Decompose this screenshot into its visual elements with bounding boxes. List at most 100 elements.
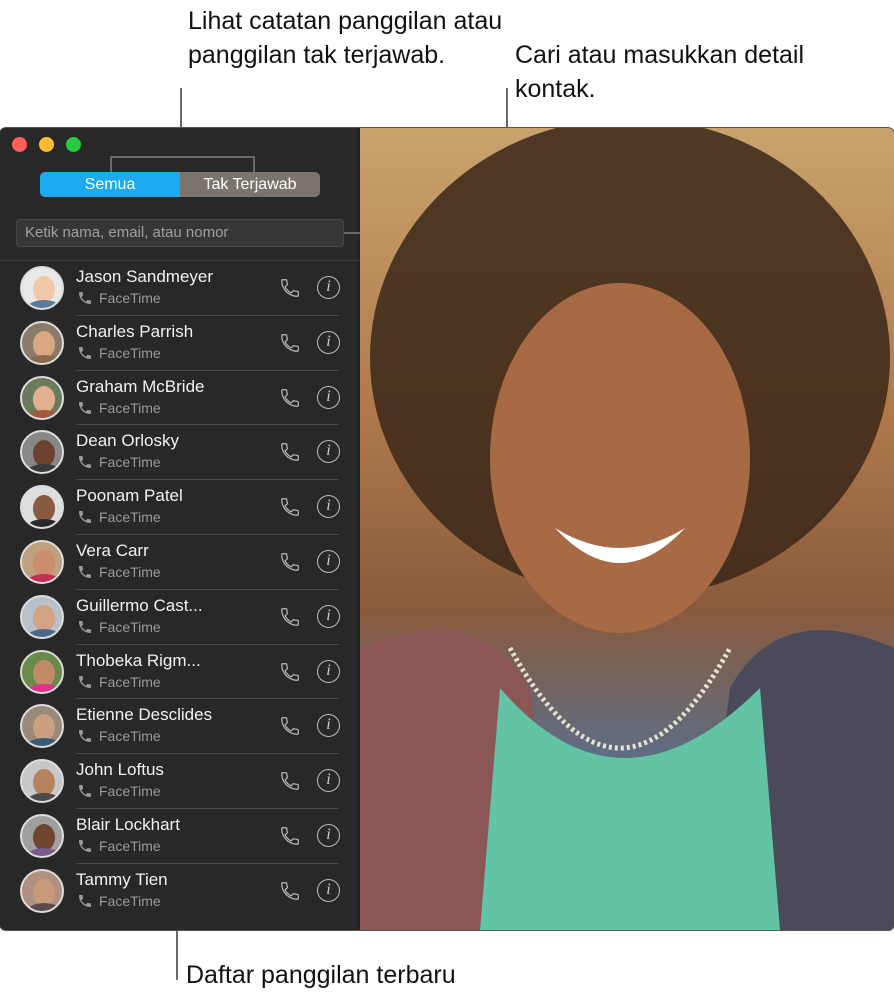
segment-bracket-left (110, 156, 112, 172)
avatar-shoulders (26, 902, 62, 911)
info-icon[interactable]: i (317, 714, 340, 738)
phone-small-icon (79, 565, 91, 578)
contact-name: Blair Lockhart (76, 814, 180, 834)
call-type-label: FaceTime (99, 728, 161, 745)
call-type: FaceTime (77, 290, 161, 306)
avatar-face (33, 330, 55, 358)
contact-name: Dean Orlosky (76, 431, 179, 451)
contact-name: Graham McBride (76, 376, 205, 396)
call-type: FaceTime (77, 564, 161, 580)
avatar (20, 266, 64, 310)
call-row[interactable]: Blair Lockhart FaceTime i (0, 809, 359, 864)
search-leader (344, 232, 360, 234)
call-type-label: FaceTime (99, 399, 161, 416)
info-icon[interactable]: i (317, 385, 340, 409)
close-button[interactable] (12, 137, 27, 152)
call-row[interactable]: Dean Orlosky FaceTime i (0, 425, 359, 481)
info-icon[interactable]: i (317, 495, 340, 519)
info-icon[interactable]: i (317, 549, 340, 573)
call-type-label: FaceTime (99, 837, 161, 854)
phone-icon[interactable] (279, 715, 301, 737)
contact-name: Thobeka Rigm... (76, 650, 201, 670)
call-type-label: FaceTime (99, 454, 161, 471)
call-type-label: FaceTime (99, 783, 161, 800)
avatar-shoulders (26, 738, 62, 747)
avatar-face (33, 385, 55, 413)
avatar (20, 430, 64, 475)
phone-icon[interactable] (279, 606, 301, 628)
info-icon[interactable]: i (317, 330, 340, 354)
avatar-face (33, 823, 55, 851)
phone-small-icon (79, 292, 91, 304)
call-type: FaceTime (77, 838, 161, 854)
avatar-face (33, 714, 55, 742)
phone-small-icon (79, 456, 91, 469)
phone-small-icon (79, 894, 91, 907)
info-icon[interactable]: i (317, 440, 340, 464)
phone-small-icon (79, 839, 91, 852)
contact-name: Vera Carr (76, 540, 149, 560)
call-type-label: FaceTime (99, 673, 161, 690)
phone-icon[interactable] (279, 770, 301, 792)
phone-icon[interactable] (279, 551, 301, 573)
avatar-face (33, 769, 55, 797)
maximize-button[interactable] (66, 137, 81, 152)
avatar (20, 485, 64, 530)
call-row[interactable]: John Loftus FaceTime i (0, 754, 359, 809)
call-type: FaceTime (77, 454, 161, 470)
avatar (20, 704, 64, 749)
phone-icon[interactable] (279, 661, 301, 683)
avatar-face (33, 440, 55, 468)
avatar-shoulders (26, 628, 62, 637)
call-row[interactable]: Charles Parrish FaceTime i (0, 316, 359, 371)
call-type-label: FaceTime (99, 618, 161, 635)
phone-small-icon (79, 346, 91, 359)
phone-icon[interactable] (279, 496, 301, 518)
call-row[interactable]: Poonam Patel FaceTime i (0, 480, 359, 535)
call-type-label: FaceTime (99, 344, 161, 361)
call-row[interactable]: Jason Sandmeyer FaceTime i (0, 261, 359, 316)
avatar-shoulders (26, 354, 62, 363)
call-type: FaceTime (77, 728, 161, 744)
callout-search: Cari atau masukkan detail kontak. (515, 41, 805, 103)
call-row[interactable]: Guillermo Cast... FaceTime i (0, 590, 359, 645)
contact-name: Etienne Desclides (76, 705, 213, 725)
info-icon[interactable]: i (317, 823, 340, 847)
contact-name: Poonam Patel (76, 486, 183, 506)
call-type: FaceTime (77, 674, 161, 690)
avatar-face (33, 549, 55, 577)
call-row[interactable]: Tammy Tien FaceTime i (0, 864, 359, 919)
call-row[interactable]: Etienne Desclides FaceTime i (0, 699, 359, 755)
contact-name: Tammy Tien (76, 869, 168, 889)
segment-bracket-right (253, 156, 255, 172)
minimize-button[interactable] (39, 137, 54, 152)
info-icon[interactable]: i (317, 604, 340, 628)
phone-small-icon (79, 401, 91, 414)
phone-icon[interactable] (279, 387, 301, 409)
segment-all[interactable]: Semua (40, 172, 180, 197)
info-icon[interactable]: i (317, 659, 340, 683)
call-row[interactable]: Thobeka Rigm... FaceTime i (0, 645, 359, 700)
phone-icon[interactable] (279, 277, 301, 299)
segment-missed[interactable]: Tak Terjawab (180, 172, 320, 197)
info-icon[interactable]: i (317, 878, 340, 902)
info-icon[interactable]: i (317, 276, 340, 299)
person-photo (360, 128, 894, 930)
avatar (20, 868, 64, 913)
phone-icon[interactable] (279, 441, 301, 463)
phone-icon[interactable] (279, 880, 301, 902)
contact-name: Guillermo Cast... (76, 595, 203, 615)
callout-recent: Daftar panggilan terbaru (186, 961, 456, 989)
contact-name: Jason Sandmeyer (76, 267, 214, 286)
phone-small-icon (79, 785, 91, 798)
phone-icon[interactable] (279, 332, 301, 354)
call-row[interactable]: Vera Carr FaceTime i (0, 535, 359, 590)
call-row[interactable]: Graham McBride FaceTime i (0, 371, 359, 426)
phone-small-icon (79, 511, 91, 524)
search-input[interactable]: Ketik nama, email, atau nomor (16, 219, 344, 247)
call-type: FaceTime (77, 400, 161, 416)
info-icon[interactable]: i (317, 769, 340, 793)
call-type: FaceTime (77, 345, 161, 361)
phone-icon[interactable] (279, 825, 301, 847)
phone-small-icon (79, 730, 91, 743)
